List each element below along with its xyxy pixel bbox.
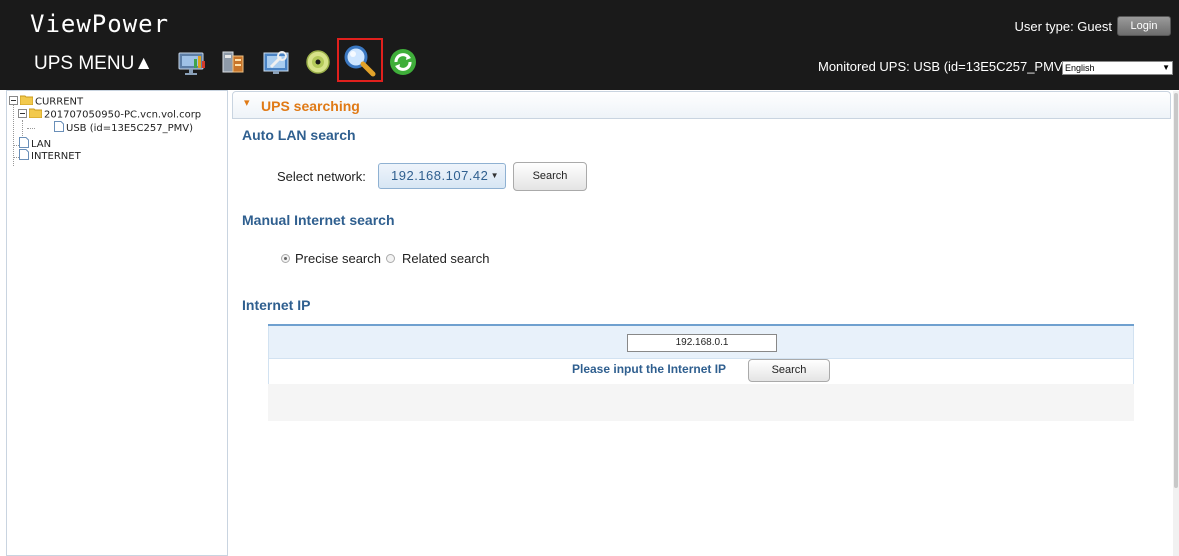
precise-search-label: Precise search [295,251,381,266]
precise-search-radio[interactable] [281,254,290,263]
tree-label-device: USB (id=13E5C257_PMV) [66,123,193,134]
collapse-icon[interactable] [9,95,18,108]
related-search-radio[interactable] [386,254,395,263]
panel-title: UPS searching [261,98,360,114]
battery-config-icon[interactable] [216,45,250,79]
document-icon [54,121,64,135]
internet-search-button[interactable]: Search [748,359,830,382]
manual-search-title: Manual Internet search [242,212,395,228]
collapse-icon[interactable] [18,108,27,121]
search-magnifier-icon[interactable] [337,38,383,82]
login-button[interactable]: Login [1117,16,1171,36]
cd-disc-icon[interactable] [301,45,335,79]
user-type-label: User type: Guest [1014,19,1112,34]
tree-item-device[interactable]: USB (id=13E5C257_PMV) [54,121,193,135]
caret-down-icon: ▾ [244,97,250,109]
app-title: ViewPower [30,10,170,38]
chevron-down-icon: ▼ [490,171,499,180]
network-value: 192.168.107.42 [391,168,489,183]
tree-label-internet: INTERNET [31,151,81,162]
folder-icon [19,95,34,108]
select-network-label: Select network: [277,169,366,184]
tree-label-current: CURRENT [35,96,84,108]
tools-settings-icon[interactable] [259,45,293,79]
folder-icon [28,108,43,121]
form-border [1133,326,1134,384]
tree-connector [22,120,23,138]
tree-item-internet[interactable]: INTERNET [19,149,81,163]
internet-ip-prompt: Please input the Internet IP [572,362,727,376]
refresh-icon[interactable] [386,45,420,79]
device-tree-panel: CURRENT 201707050950-PC.vcn.vol.corp USB… [6,90,228,556]
tree-item-current[interactable]: CURRENT [9,95,83,108]
related-search-label: Related search [402,251,490,266]
monitored-ups-label: Monitored UPS: USB (id=13E5C257_PMV) [818,59,1067,74]
tree-item-host[interactable]: 201707050950-PC.vcn.vol.corp [18,108,201,121]
internet-ip-input[interactable]: 192.168.0.1 [627,334,777,352]
form-border [268,326,269,384]
panel-header: ▾ UPS searching [232,91,1171,119]
auto-lan-title: Auto LAN search [242,127,356,143]
form-footer [268,384,1134,421]
scrollbar-thumb[interactable] [1174,93,1178,488]
language-value: English [1065,63,1095,73]
network-select[interactable]: 192.168.107.42 ▼ [378,163,506,189]
top-header: ViewPower User type: Guest Login UPS MEN… [0,0,1179,90]
internet-ip-title: Internet IP [242,297,311,313]
document-icon [19,149,29,163]
page-scrollbar[interactable] [1173,91,1179,556]
lan-search-button[interactable]: Search [513,162,587,191]
tree-label-host: 201707050950-PC.vcn.vol.corp [44,109,202,121]
ups-menu-toggle[interactable]: UPS MENU▲ [34,53,153,75]
language-select[interactable]: English ▼ [1062,61,1173,75]
chevron-down-icon: ▼ [1162,63,1170,72]
tree-connector [27,128,35,129]
monitor-chart-icon[interactable] [174,45,208,79]
